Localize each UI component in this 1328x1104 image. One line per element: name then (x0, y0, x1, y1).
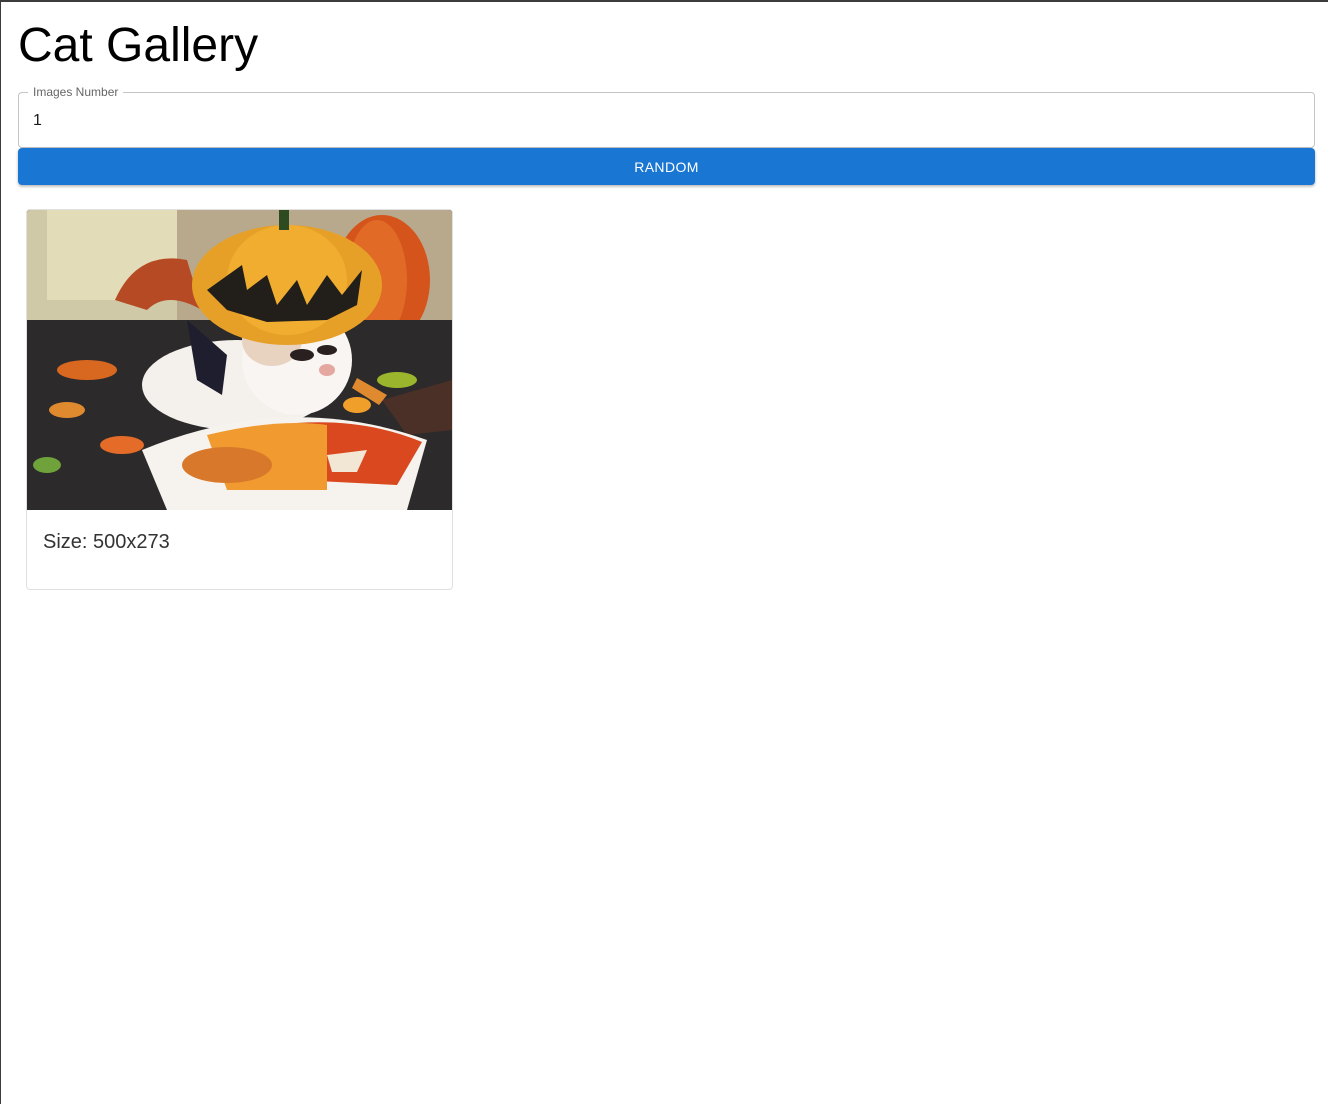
images-number-field[interactable]: Images Number (18, 85, 1315, 148)
cat-photo-illustration (27, 210, 452, 510)
card-caption: Size: 500x273 (43, 531, 170, 553)
images-number-label: Images Number (28, 85, 124, 99)
gallery-card: Size: 500x273 (26, 209, 453, 590)
app-window: Cat Gallery Images Number RANDOM (0, 0, 1328, 1104)
cat-photo-image (27, 210, 452, 510)
random-button[interactable]: RANDOM (18, 148, 1315, 185)
images-number-input[interactable] (33, 109, 1293, 133)
page-title: Cat Gallery (18, 19, 259, 72)
